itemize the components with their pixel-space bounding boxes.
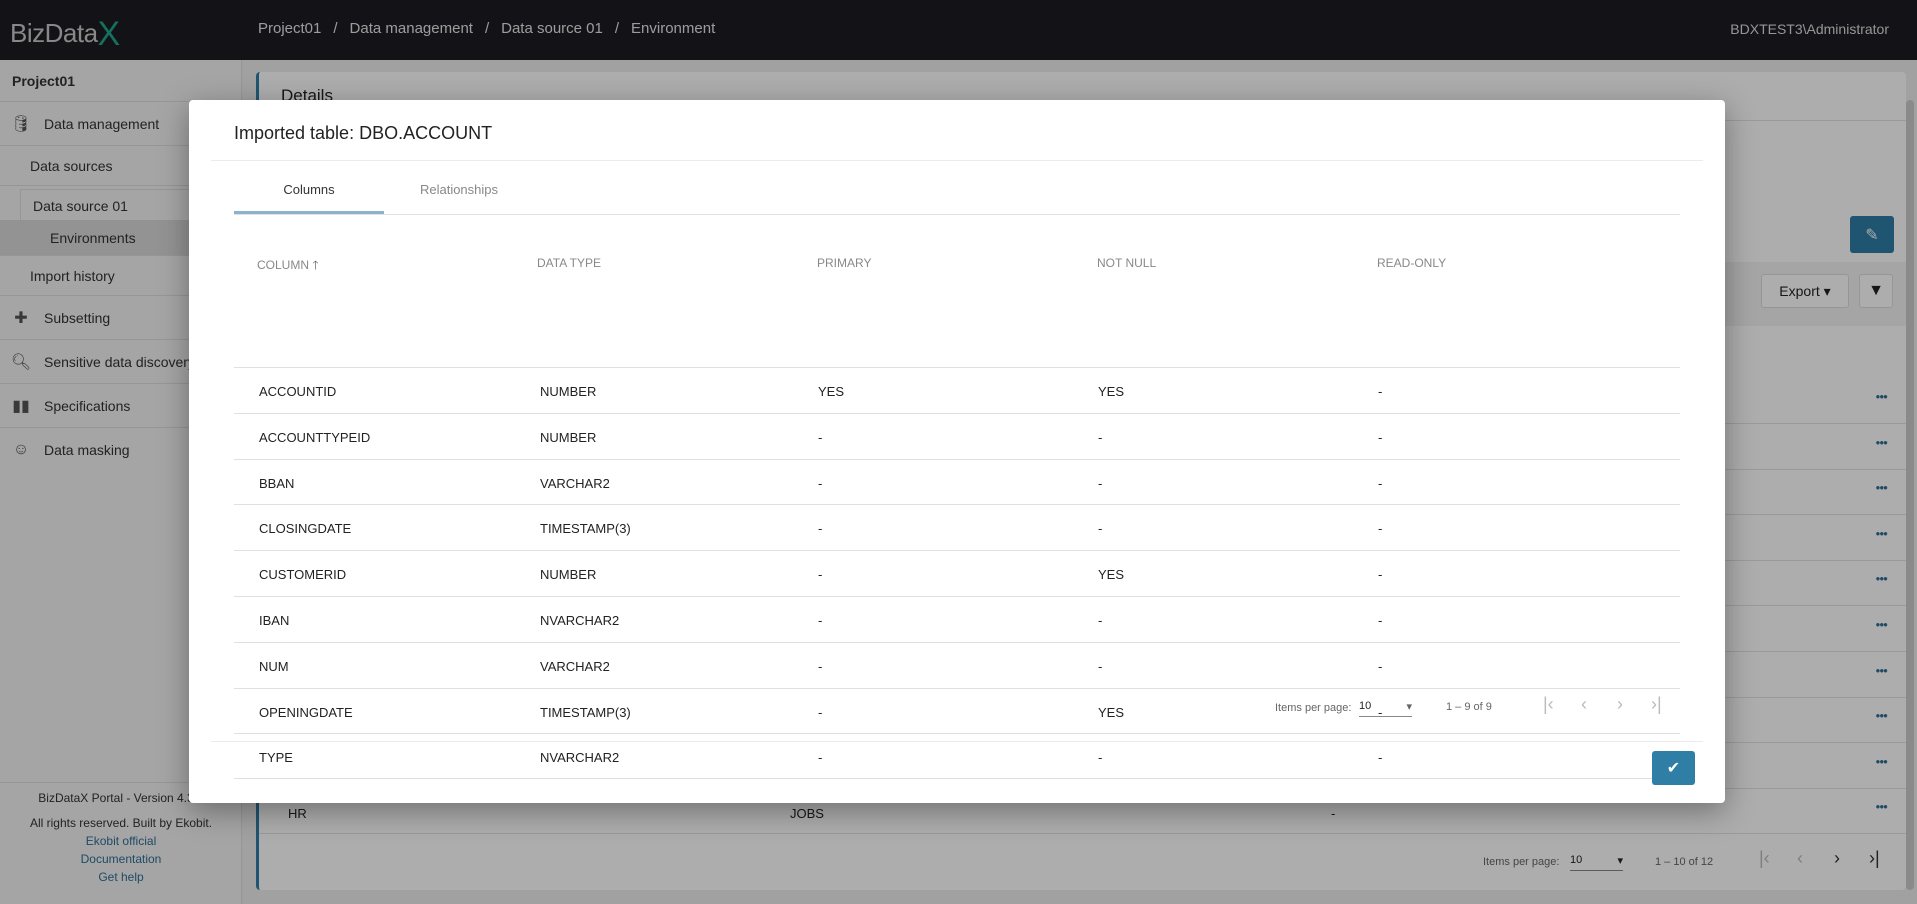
table-cell: -	[1378, 613, 1383, 628]
table-cell: ACCOUNTID	[259, 384, 337, 399]
imported-table-dialog: Imported table: DBO.ACCOUNT Columns Rela…	[189, 100, 1725, 803]
table-row[interactable]: BBAN VARCHAR2 - - -	[234, 458, 1680, 505]
table-row[interactable]: ACCOUNTTYPEID NUMBER - - -	[234, 412, 1680, 459]
tab-columns[interactable]: Columns	[234, 182, 384, 197]
page-size-select[interactable]: 10 ▾	[1359, 700, 1412, 717]
last-page-icon[interactable]: ›|	[1651, 694, 1662, 715]
table-cell: -	[1098, 475, 1103, 491]
table-row[interactable]: ACCOUNTID NUMBER YES YES -	[234, 367, 1680, 413]
first-page-icon[interactable]: |‹	[1543, 694, 1554, 715]
table-cell: -	[1098, 613, 1103, 628]
table-cell: -	[818, 704, 823, 720]
table-cell: NUMBER	[540, 384, 597, 399]
confirm-button[interactable]: ✔	[1652, 751, 1695, 785]
table-cell: -	[1378, 658, 1383, 674]
table-cell: TIMESTAMP(3)	[540, 521, 631, 537]
table-cell: -	[1378, 475, 1383, 491]
table-cell: YES	[1098, 384, 1125, 399]
table-cell: YES	[818, 384, 845, 399]
table-cell: -	[1098, 521, 1103, 537]
table-cell: -	[1378, 567, 1383, 583]
range-label: 1 – 9 of 9	[1446, 701, 1492, 713]
table-cell: YES	[1098, 567, 1125, 583]
table-cell: -	[818, 567, 823, 583]
table-cell: -	[818, 521, 823, 537]
table-cell: -	[1098, 658, 1103, 674]
table-cell: -	[818, 750, 823, 766]
table-cell: -	[818, 475, 823, 491]
table-cell: BBAN	[259, 475, 295, 491]
next-page-icon[interactable]: ›	[1617, 694, 1623, 715]
table-cell: IBAN	[259, 613, 290, 628]
header-read-only[interactable]: READ-ONLY	[1377, 256, 1446, 270]
table-row[interactable]: CUSTOMERID NUMBER - YES -	[234, 550, 1680, 596]
table-cell: TIMESTAMP(3)	[540, 704, 631, 720]
prev-page-icon[interactable]: ‹	[1581, 694, 1587, 715]
table-row[interactable]: NUM VARCHAR2 - - -	[234, 641, 1680, 688]
table-cell: NVARCHAR2	[540, 750, 620, 766]
tab-relationships[interactable]: Relationships	[384, 182, 534, 197]
table-cell: CLOSINGDATE	[259, 521, 352, 537]
table-cell: -	[1378, 429, 1383, 445]
table-cell: -	[1098, 750, 1103, 766]
table-row[interactable]: IBAN NVARCHAR2 - - -	[234, 596, 1680, 642]
table-row[interactable]: CLOSINGDATE TIMESTAMP(3) - - -	[234, 504, 1680, 550]
arrow-up-icon: 🡑	[312, 258, 319, 272]
table-cell: VARCHAR2	[540, 658, 610, 674]
table-cell: TYPE	[259, 750, 293, 766]
table-cell: -	[1378, 521, 1383, 537]
table-cell: NVARCHAR2	[540, 613, 620, 628]
table-cell: -	[1098, 429, 1103, 445]
table-cell: -	[818, 658, 823, 674]
check-icon: ✔	[1666, 760, 1681, 777]
header-label: COLUMN	[257, 258, 310, 272]
table-cell: NUM	[259, 658, 289, 674]
table-cell: NUMBER	[540, 429, 597, 445]
table-cell: -	[1378, 384, 1383, 399]
table-cell: OPENINGDATE	[259, 704, 353, 720]
page-size-value: 10	[1359, 700, 1372, 712]
table-cell: ACCOUNTTYPEID	[259, 429, 371, 445]
header-data-type[interactable]: DATA TYPE	[537, 256, 601, 270]
table-cell: VARCHAR2	[540, 475, 610, 491]
dialog-title: Imported table: DBO.ACCOUNT	[234, 123, 493, 143]
table-cell: -	[1378, 750, 1383, 766]
table-cell: YES	[1098, 704, 1125, 720]
table-cell: CUSTOMERID	[259, 567, 347, 583]
items-per-page-label: Items per page:	[1275, 702, 1352, 714]
table-cell: NUMBER	[540, 567, 597, 583]
table-cell: -	[818, 429, 823, 445]
header-primary[interactable]: PRIMARY	[817, 256, 871, 270]
header-column[interactable]: COLUMN 🡑	[257, 256, 319, 277]
table-cell: -	[818, 613, 823, 628]
header-not-null[interactable]: NOT NULL	[1097, 256, 1156, 270]
